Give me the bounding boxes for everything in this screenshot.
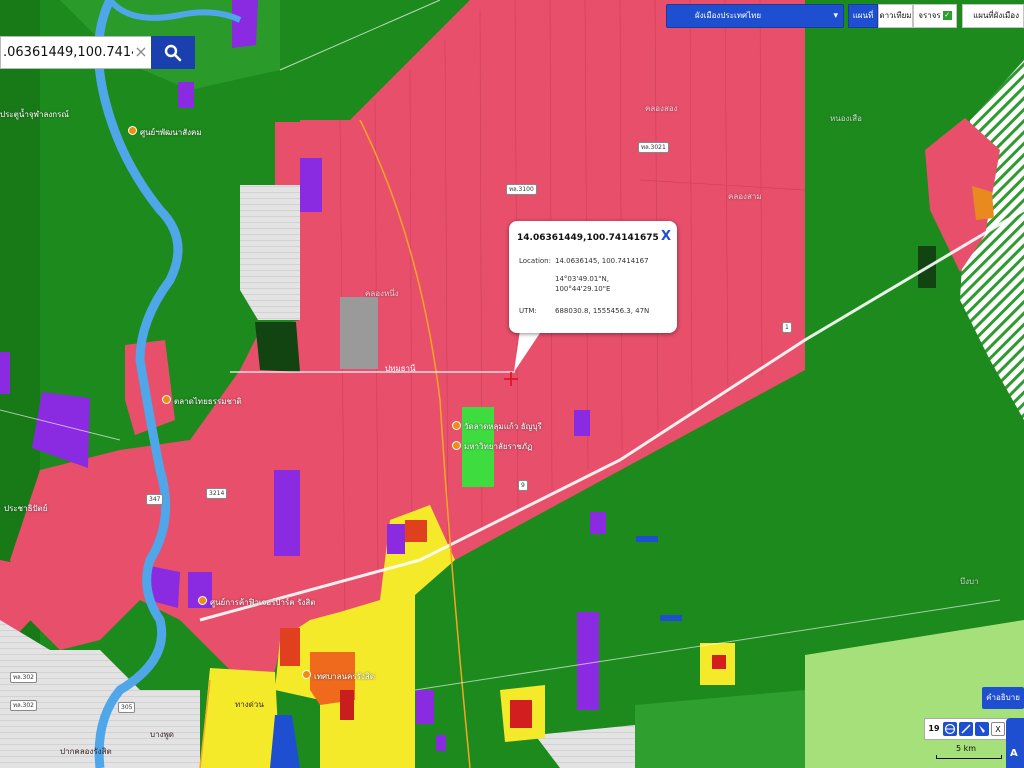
poi-label: มหาวิทยาลัยราชภัฏ	[464, 442, 533, 451]
tab-map[interactable]: แผนที่	[848, 4, 878, 28]
road-shield: 305	[118, 702, 136, 713]
commercial-zone	[200, 668, 280, 768]
pin-icon[interactable]	[975, 722, 989, 736]
popup-pointer	[514, 330, 542, 372]
place-label: คลองหนึ่ง	[365, 289, 399, 298]
popup-title: 14.06361449,100.74141675	[517, 233, 659, 243]
road-shield: 9	[518, 480, 528, 491]
industrial-zone	[300, 158, 322, 212]
zoning-layer-label[interactable]: แผนที่ผังเมือง	[962, 4, 1024, 28]
crosshair-icon	[504, 372, 518, 386]
road-shield: 1	[782, 322, 792, 333]
place-label: คลองสาม	[728, 192, 762, 201]
industrial-zone	[590, 512, 606, 534]
location-label: Location:	[519, 257, 551, 265]
water-body	[636, 536, 658, 542]
tab-traffic-label: จราจร	[918, 11, 941, 20]
place-label: บึงบา	[960, 577, 979, 586]
scale-bar	[936, 755, 1002, 759]
poi-marker[interactable]	[452, 421, 461, 430]
coordinate-popup: 14.06361449,100.74141675 X Location: 14.…	[509, 221, 677, 333]
high-density-zone	[712, 655, 726, 669]
water-body	[660, 615, 682, 621]
close-tools-button[interactable]: X	[991, 722, 1005, 736]
search-button[interactable]	[151, 36, 195, 69]
poi-marker[interactable]	[128, 126, 137, 135]
coordinate-search: ×	[0, 36, 195, 69]
road-shield: ทล.3021	[638, 142, 669, 153]
tab-satellite[interactable]: ดาวเทียม	[878, 4, 913, 28]
high-density-zone	[510, 700, 532, 728]
corner-panel-button[interactable]: A	[1006, 718, 1024, 768]
industrial-zone	[232, 0, 258, 48]
location-value: 14.0636145, 100.7414167	[555, 257, 649, 265]
tab-traffic[interactable]: จราจร ✓	[913, 4, 957, 28]
forest-zone	[255, 322, 300, 372]
poi-label: เทศบาลนครรังสิต	[314, 672, 375, 681]
zoom-level-badge[interactable]: 19	[927, 722, 941, 736]
place-label: ประชาธิปัตย์	[4, 504, 48, 513]
checkbox-icon[interactable]: ✓	[942, 11, 952, 20]
industrial-zone	[577, 612, 599, 710]
chevron-down-icon: ▾	[833, 11, 838, 21]
industrial-zone	[178, 82, 194, 108]
utm-value: 688030.8, 1555456.3, 47N	[555, 307, 650, 315]
industrial-zone	[387, 524, 405, 554]
place-label: ประตูน้ำจุฬาลงกรณ์	[0, 110, 69, 119]
place-label: หนองเสือ	[830, 114, 862, 123]
scale-label: 5 km	[956, 744, 977, 753]
poi-label: วัดลาดหลุมแก้ว ธัญบุรี	[464, 422, 542, 431]
corner-glyph: A	[1010, 748, 1018, 759]
map-tools: 19 X	[924, 718, 1008, 740]
poi-label: ศูนย์ฯพัฒนาสังคม	[140, 128, 202, 137]
poi-label: ศูนย์การค้าฟิวเจอร์ปาร์ค รังสิต	[210, 598, 316, 607]
search-icon	[164, 44, 182, 62]
industrial-zone	[416, 690, 434, 724]
town-label: ปทุมธานี	[385, 364, 416, 373]
poi-marker[interactable]	[302, 670, 311, 679]
industrial-zone	[274, 470, 300, 556]
road-shield: ทล.3100	[506, 184, 537, 195]
poi-marker[interactable]	[162, 395, 171, 404]
government-zone	[340, 297, 378, 369]
province-dropdown-label: ผังเมืองประเทศไทย	[695, 11, 762, 20]
high-density-zone	[280, 628, 300, 666]
road-shield: ทล.302	[10, 672, 37, 683]
road-shield: 347	[146, 494, 164, 505]
industrial-zone	[436, 735, 446, 751]
road-shield: 3214	[206, 488, 228, 499]
road-shield: ทล.302	[10, 700, 37, 711]
high-density-zone	[340, 690, 354, 720]
industrial-zone	[0, 352, 10, 394]
place-label: ทางด่วน	[235, 700, 264, 709]
place-label: ปากคลองรังสิต	[60, 747, 112, 756]
place-label: บางพูด	[150, 730, 174, 739]
globe-icon[interactable]	[943, 722, 957, 736]
measure-icon[interactable]	[959, 722, 973, 736]
utm-label: UTM:	[519, 307, 537, 315]
industrial-zone	[574, 410, 590, 436]
province-dropdown[interactable]: ผังเมืองประเทศไทย ▾	[666, 4, 844, 28]
poi-marker[interactable]	[198, 596, 207, 605]
close-icon[interactable]: X	[661, 229, 671, 244]
poi-label: ตลาดไทยธรรมชาติ	[174, 397, 242, 406]
legend-button[interactable]: คำอธิบาย	[982, 687, 1024, 709]
place-label: คลองสอง	[645, 104, 678, 113]
urban-area	[240, 185, 300, 320]
dms-longitude: 100°44'29.10"E	[555, 285, 611, 293]
clear-icon[interactable]: ×	[133, 42, 149, 62]
dms-latitude: 14°03'49.01"N,	[555, 275, 609, 283]
search-input[interactable]	[1, 37, 135, 68]
high-density-zone	[405, 520, 427, 542]
poi-marker[interactable]	[452, 441, 461, 450]
